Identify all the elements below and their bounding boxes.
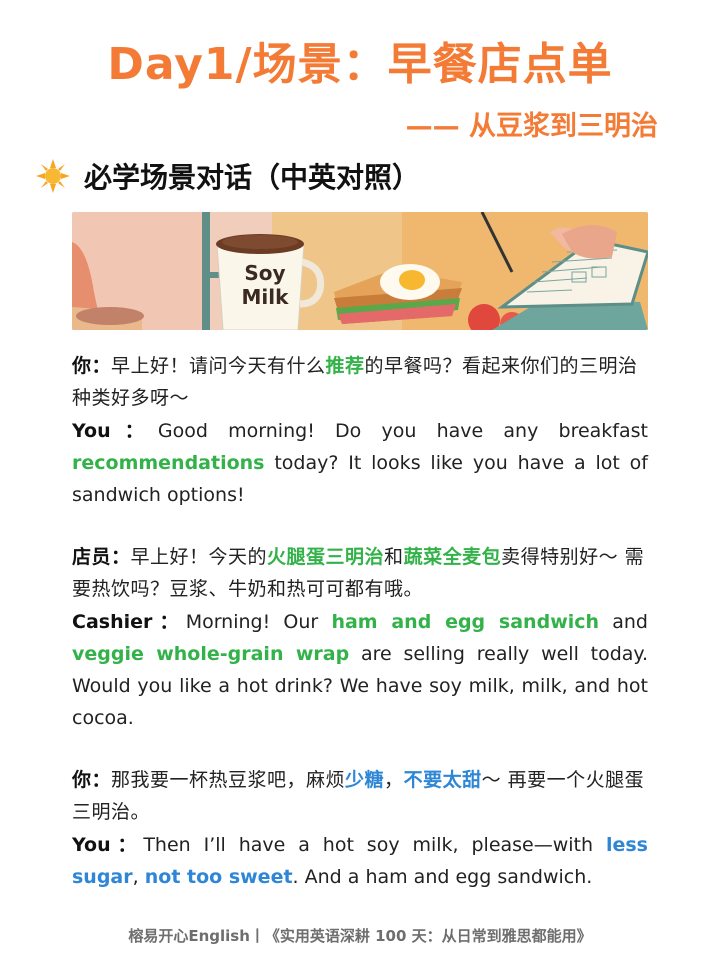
dialog-text: Morning! Our <box>185 611 332 633</box>
highlight-keyword: not too sweet <box>144 866 293 888</box>
highlight-keyword: 推荐 <box>325 355 365 377</box>
dialog2-chinese: 店员：早上好！今天的火腿蛋三明治和蔬菜全麦包卖得特别好～ 需要热饮吗？豆浆、牛奶… <box>72 541 648 605</box>
speaker-label: 你： <box>72 769 112 791</box>
section-title: 必学场景对话（中英对照） <box>84 161 421 194</box>
dialog-text: , <box>132 866 145 888</box>
dialog1-chinese: 你：早上好！请问今天有什么推荐的早餐吗？看起来你们的三明治种类好多呀～ <box>72 350 648 414</box>
dialog-text: and <box>599 611 648 633</box>
dialog1-english: You：Good morning! Do you have any breakf… <box>72 415 648 511</box>
highlight-keyword: 不要太甜 <box>403 769 482 791</box>
breakfast-illustration: Soy Milk <box>72 212 648 330</box>
dialog-text: Good morning! Do you have any breakfast <box>157 420 648 442</box>
dialog-text: Then I’ll have a hot soy milk, please—wi… <box>143 834 606 856</box>
cup-label-soy: Soy <box>244 261 285 285</box>
section-heading: 必学场景对话（中英对照） <box>36 156 420 196</box>
dialog3-chinese: 你：那我要一杯热豆浆吧，麻烦少糖，不要太甜～ 再要一个火腿蛋三明治。 <box>72 764 648 828</box>
sun-icon <box>36 159 70 193</box>
page-title: Day1/场景：早餐店点单 <box>107 39 613 90</box>
highlight-keyword: 火腿蛋三明治 <box>267 546 385 568</box>
highlight-keyword: ham and egg sandwich <box>331 611 600 633</box>
dialog3-english: You：Then I’ll have a hot soy milk, pleas… <box>72 829 648 893</box>
highlight-keyword: recommendations <box>72 452 265 474</box>
cup-label-milk: Milk <box>242 285 290 309</box>
speaker-label: Cashier： <box>72 611 186 633</box>
highlight-keyword: 少糖 <box>345 769 385 791</box>
speaker-label: You： <box>72 834 144 856</box>
speaker-label: 你： <box>72 355 112 377</box>
footer-caption: 榕易开心English丨《实用英语深耕 100 天：从日常到雅思都能用》 <box>128 927 592 945</box>
dialog2-english: Cashier：Morning! Our ham and egg sandwic… <box>72 606 648 734</box>
dialog-text: 和 <box>384 546 404 568</box>
dialog-text: 早上好！请问今天有什么 <box>111 355 326 377</box>
dialog-text: 那我要一杯热豆浆吧，麻烦 <box>111 769 346 791</box>
speaker-label: 店员： <box>72 546 131 568</box>
dialog-text: . And a ham and egg sandwich. <box>292 866 593 888</box>
page-subtitle: —— 从豆浆到三明治 <box>405 111 658 142</box>
speaker-label: You： <box>72 420 158 442</box>
highlight-keyword: veggie whole-grain wrap <box>72 643 350 665</box>
dialog-text: ， <box>384 769 404 791</box>
dialog-text: 早上好！今天的 <box>130 546 268 568</box>
highlight-keyword: 蔬菜全麦包 <box>403 546 502 568</box>
